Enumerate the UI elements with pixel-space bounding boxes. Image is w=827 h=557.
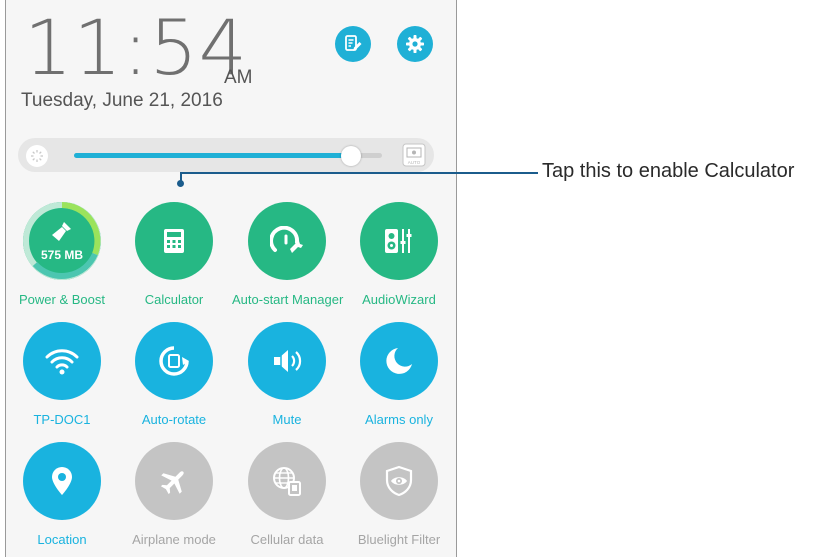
tile-bluelight-filter[interactable]: Bluelight Filter <box>344 442 454 548</box>
globe-signal-icon <box>273 467 301 496</box>
tile-mute[interactable]: Mute <box>232 322 342 428</box>
location-button[interactable] <box>23 442 101 520</box>
tile-calculator[interactable]: Calculator <box>119 202 229 308</box>
autostart-manager-button[interactable] <box>248 202 326 280</box>
location-pin-icon <box>52 467 72 495</box>
airplane-icon <box>160 471 184 495</box>
brightness-icon <box>26 145 48 167</box>
airplane-mode-button[interactable] <box>135 442 213 520</box>
cellular-data-label: Cellular data <box>250 532 324 547</box>
bluelight-filter-button[interactable] <box>360 442 438 520</box>
broom-icon <box>52 221 71 241</box>
brightness-slider-thumb[interactable] <box>341 146 361 166</box>
tile-location[interactable]: Location <box>7 442 117 548</box>
speedometer-wrench-icon <box>270 226 303 253</box>
eye-shield-icon <box>385 465 413 497</box>
airplane-mode-label: Airplane mode <box>132 532 216 547</box>
brightness-fill <box>74 153 351 158</box>
auto-rotate-label: Auto-rotate <box>141 412 207 427</box>
svg-text:AUTO: AUTO <box>408 160 421 165</box>
quick-settings-panel: 11:54 AM Tuesday, June 21, 2016 AUTO 575… <box>5 0 457 557</box>
boost-memory-value: 575 MB <box>40 247 84 262</box>
alarms-only-label: Alarms only <box>365 412 433 427</box>
clock-date: Tuesday, June 21, 2016 <box>21 90 223 111</box>
tile-wifi[interactable]: TP-DOC1 <box>7 322 117 428</box>
callout-pointer-dot <box>177 180 184 187</box>
calculator-button[interactable] <box>135 202 213 280</box>
edit-quick-settings-button[interactable] <box>335 26 371 62</box>
cellular-data-button[interactable] <box>248 442 326 520</box>
wifi-icon <box>45 349 79 375</box>
audiowizard-label: AudioWizard <box>362 292 436 307</box>
tile-power-boost[interactable]: 575 MB Power & Boost <box>7 202 117 308</box>
audiowizard-button[interactable] <box>360 202 438 280</box>
mute-button[interactable] <box>248 322 326 400</box>
tile-airplane-mode[interactable]: Airplane mode <box>119 442 229 548</box>
clock-time: 11:54 <box>24 3 249 92</box>
callout-text: Tap this to enable Calculator <box>542 160 795 182</box>
wifi-label: TP-DOC1 <box>33 412 91 427</box>
settings-button[interactable] <box>397 26 433 62</box>
callout-connector-horizontal <box>180 172 538 174</box>
speaker-icon <box>274 350 302 372</box>
tile-cellular-data[interactable]: Cellular data <box>232 442 342 548</box>
mute-label: Mute <box>272 412 302 427</box>
auto-brightness-button[interactable]: AUTO <box>402 143 426 167</box>
edit-icon <box>345 35 362 51</box>
clock-ampm: AM <box>224 67 253 88</box>
bluelight-filter-label: Bluelight Filter <box>357 532 441 547</box>
location-label: Location <box>37 532 87 547</box>
autostart-manager-label: Auto-start Manager <box>232 292 344 307</box>
brightness-slider[interactable] <box>74 153 382 158</box>
auto-rotate-button[interactable] <box>135 322 213 400</box>
calculator-label: Calculator <box>144 292 204 307</box>
power-boost-button[interactable]: 575 MB <box>23 202 101 280</box>
tile-auto-rotate[interactable]: Auto-rotate <box>119 322 229 428</box>
auto-brightness-icon: AUTO <box>402 143 426 167</box>
moon-icon <box>386 348 412 374</box>
tile-autostart-manager[interactable]: Auto-start Manager <box>232 202 344 308</box>
gear-icon <box>406 35 424 53</box>
rotate-icon <box>159 346 189 376</box>
calculator-icon <box>164 229 184 253</box>
tile-alarms-only[interactable]: Alarms only <box>344 322 454 428</box>
speaker-equalizer-icon <box>385 229 412 253</box>
tile-audiowizard[interactable]: AudioWizard <box>344 202 454 308</box>
alarms-only-button[interactable] <box>360 322 438 400</box>
power-boost-label: Power & Boost <box>19 292 105 307</box>
wifi-button[interactable] <box>23 322 101 400</box>
